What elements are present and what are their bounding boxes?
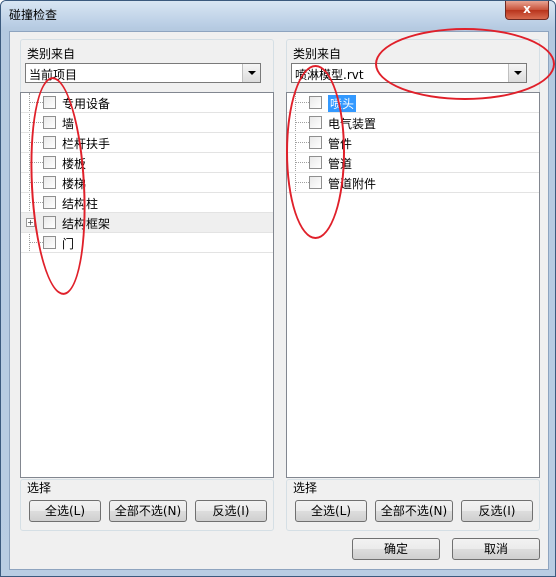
checkbox[interactable] [43, 156, 56, 169]
left-select-none-button[interactable]: 全部不选(N) [109, 500, 187, 522]
expand-icon[interactable]: + [26, 218, 35, 227]
left-source-dropdown[interactable]: 当前项目 [25, 63, 261, 83]
checkbox[interactable] [43, 176, 56, 189]
checkbox[interactable] [43, 96, 56, 109]
cancel-button[interactable]: 取消 [452, 538, 540, 560]
right-category-list: 喷头 电气装置 管件 管道 管道附件 [286, 92, 540, 478]
list-item[interactable]: 管道附件 [287, 173, 539, 193]
checkbox[interactable] [309, 156, 322, 169]
item-label: 专用设备 [62, 97, 111, 111]
checkbox[interactable] [43, 236, 56, 249]
item-label: 楼板 [62, 157, 87, 171]
left-source-label: 类别来自 [27, 47, 76, 61]
tree-connector [29, 162, 43, 163]
right-select-label: 选择 [293, 481, 318, 495]
tree-connector [295, 102, 309, 103]
list-item[interactable]: + 结构框架 [21, 213, 273, 233]
dialog-body: 类别来自 当前项目 专用设备 墙 栏杆扶手 楼板 楼梯 结构柱 + 结构框架 门… [9, 31, 549, 570]
right-invert-button[interactable]: 反选(I) [461, 500, 533, 522]
checkbox[interactable] [309, 136, 322, 149]
left-invert-button[interactable]: 反选(I) [195, 500, 267, 522]
item-label: 喷头 [328, 95, 357, 112]
left-source-value: 当前项目 [29, 68, 78, 82]
item-label: 管道 [328, 157, 353, 171]
right-source-dropdown[interactable]: 喷淋模型.rvt [291, 63, 527, 83]
left-category-panel: 类别来自 当前项目 专用设备 墙 栏杆扶手 楼板 楼梯 结构柱 + 结构框架 门 [20, 39, 274, 478]
ok-button[interactable]: 确定 [352, 538, 440, 560]
list-item[interactable]: 电气装置 [287, 113, 539, 133]
tree-connector [29, 242, 43, 243]
left-select-all-button[interactable]: 全选(L) [29, 500, 101, 522]
right-select-none-button[interactable]: 全部不选(N) [375, 500, 453, 522]
checkbox[interactable] [309, 96, 322, 109]
item-label: 门 [62, 237, 75, 251]
list-item[interactable]: 喷头 [287, 93, 539, 113]
item-label: 电气装置 [328, 117, 377, 131]
tree-connector [29, 122, 43, 123]
checkbox[interactable] [43, 216, 56, 229]
item-label: 管件 [328, 137, 353, 151]
tree-connector [295, 182, 309, 183]
list-item[interactable]: 楼梯 [21, 173, 273, 193]
left-category-list: 专用设备 墙 栏杆扶手 楼板 楼梯 结构柱 + 结构框架 门 [20, 92, 274, 478]
item-label: 楼梯 [62, 177, 87, 191]
item-label: 结构框架 [62, 217, 111, 231]
left-select-group: 选择 全选(L) 全部不选(N) 反选(I) [20, 479, 274, 531]
tree-connector [295, 122, 309, 123]
item-label: 结构柱 [62, 197, 99, 211]
title-bar: 碰撞检查 x [1, 1, 555, 27]
checkbox[interactable] [309, 176, 322, 189]
item-label: 管道附件 [328, 177, 377, 191]
tree-connector [29, 102, 43, 103]
right-source-label: 类别来自 [293, 47, 342, 61]
tree-connector [295, 142, 309, 143]
right-select-all-button[interactable]: 全选(L) [295, 500, 367, 522]
list-item[interactable]: 结构柱 [21, 193, 273, 213]
tree-connector [295, 162, 309, 163]
checkbox[interactable] [43, 196, 56, 209]
item-label: 栏杆扶手 [62, 137, 111, 151]
right-category-panel: 类别来自 喷淋模型.rvt 喷头 电气装置 管件 管道 管道附件 [286, 39, 540, 478]
checkbox[interactable] [43, 116, 56, 129]
tree-connector [29, 142, 43, 143]
right-select-group: 选择 全选(L) 全部不选(N) 反选(I) [286, 479, 540, 531]
chevron-down-icon[interactable] [508, 64, 526, 82]
list-item[interactable]: 墙 [21, 113, 273, 133]
collision-check-dialog: 碰撞检查 x 类别来自 当前项目 专用设备 墙 栏杆扶手 楼板 楼梯 结构柱 +… [0, 0, 556, 577]
left-select-label: 选择 [27, 481, 52, 495]
list-item[interactable]: 管件 [287, 133, 539, 153]
list-item[interactable]: 门 [21, 233, 273, 253]
right-source-value: 喷淋模型.rvt [295, 68, 364, 82]
list-item[interactable]: 楼板 [21, 153, 273, 173]
checkbox[interactable] [43, 136, 56, 149]
list-item[interactable]: 栏杆扶手 [21, 133, 273, 153]
checkbox[interactable] [309, 116, 322, 129]
item-label: 墙 [62, 117, 75, 131]
tree-connector [29, 202, 43, 203]
tree-connector [29, 182, 43, 183]
chevron-down-icon[interactable] [242, 64, 260, 82]
window-title: 碰撞检查 [9, 8, 58, 22]
list-item[interactable]: 管道 [287, 153, 539, 173]
list-item[interactable]: 专用设备 [21, 93, 273, 113]
close-button[interactable]: x [505, 1, 549, 20]
